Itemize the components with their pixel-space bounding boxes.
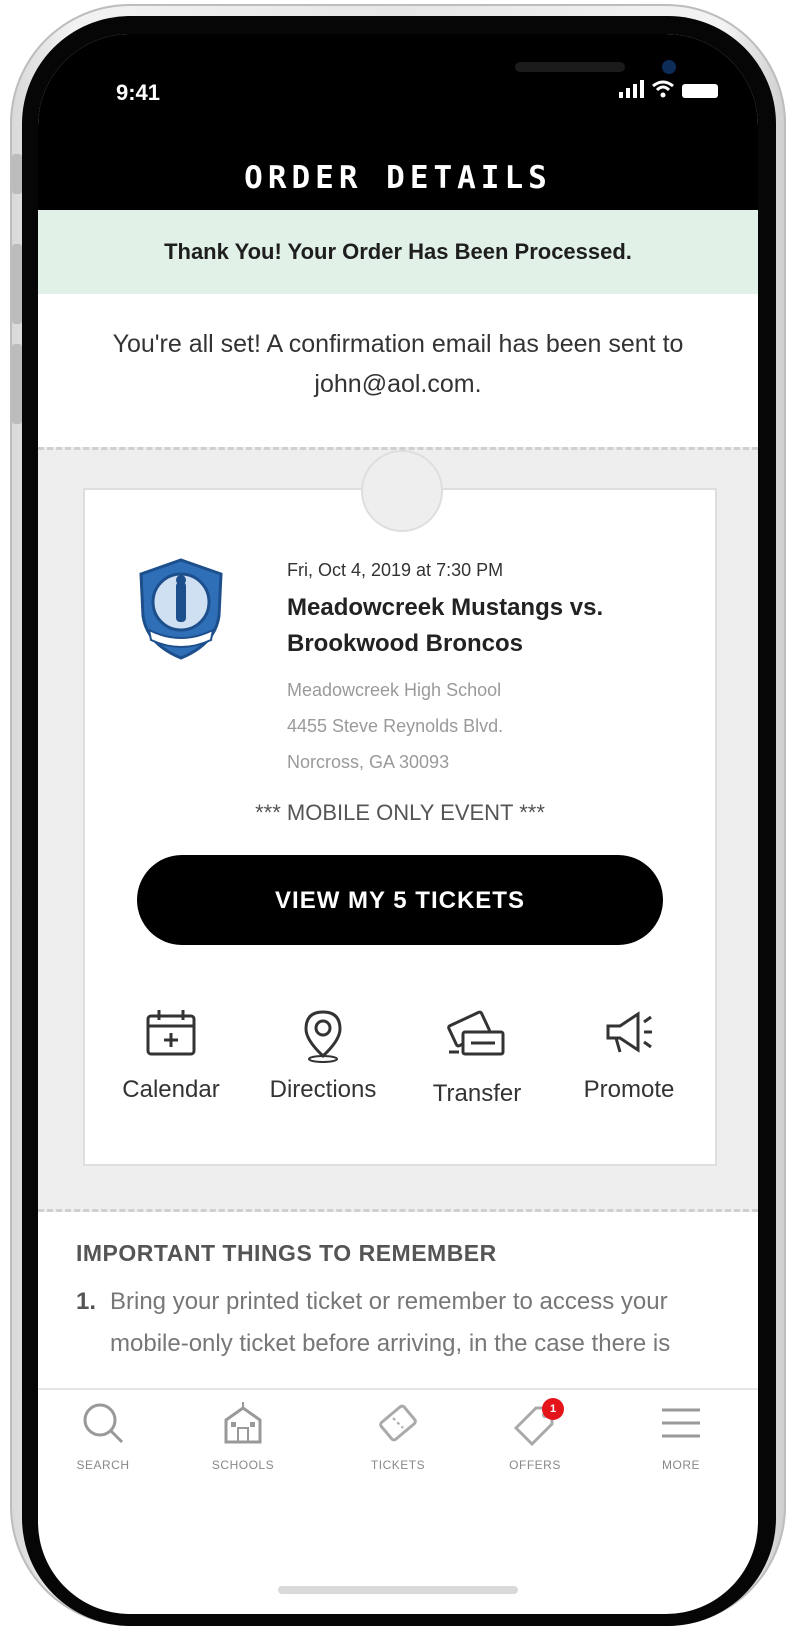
page-title: ORDER DETAILS xyxy=(244,160,552,196)
venue-street: 4455 Steve Reynolds Blvd. xyxy=(287,716,504,736)
status-time: 9:41 xyxy=(116,80,161,105)
venue-city: Norcross, GA 30093 xyxy=(287,752,450,772)
transfer-action[interactable]: Transfer xyxy=(407,1008,547,1108)
important-heading: IMPORTANT THINGS TO REMEMBER xyxy=(76,1240,497,1266)
list-item-number: 1. xyxy=(76,1288,97,1315)
venue-name: Meadowcreek High School xyxy=(287,680,502,700)
ticket-section: Fri, Oct 4, 2019 at 7:30 PM Meadowcreek … xyxy=(38,447,758,1212)
tab-schools-label: SCHOOLS xyxy=(211,1458,275,1472)
tab-schools[interactable]: SCHOOLS xyxy=(188,1400,298,1472)
offers-badge: 1 xyxy=(542,1398,564,1420)
phone-screen: 9:41 ORDER DETAILS Thank You! Your Order… xyxy=(38,34,758,1614)
list-item-text: Bring your printed ticket or remember to… xyxy=(110,1288,671,1357)
confirmation-message: You're all set! A confirmation email has… xyxy=(112,330,684,398)
system-icons xyxy=(619,80,718,98)
notch xyxy=(210,34,676,106)
status-bar: 9:41 xyxy=(38,34,758,154)
tab-more[interactable]: MORE xyxy=(626,1400,736,1472)
event-title: Meadowcreek Mustangs vs. Brookwood Bronc… xyxy=(287,594,604,657)
mute-switch xyxy=(12,154,22,194)
transfer-label: Transfer xyxy=(432,1080,522,1107)
event-date: Fri, Oct 4, 2019 at 7:30 PM xyxy=(287,560,504,580)
mobile-only-note: *** MOBILE ONLY EVENT *** xyxy=(255,800,545,825)
ticket-actions: Calendar Directions Transfer Promote xyxy=(85,1008,715,1128)
tab-more-label: MORE xyxy=(662,1458,700,1472)
tab-tickets[interactable]: TICKETS xyxy=(343,1400,453,1472)
tab-offers-label: OFFERS xyxy=(509,1458,561,1472)
cellular-signal-icon xyxy=(619,80,644,98)
promote-label: Promote xyxy=(583,1076,675,1103)
front-camera xyxy=(662,60,676,74)
success-banner: Thank You! Your Order Has Been Processed… xyxy=(38,210,758,294)
nav-bar: ORDER DETAILS xyxy=(38,154,758,210)
calendar-action[interactable]: Calendar xyxy=(101,1008,241,1104)
menu-icon xyxy=(662,1408,700,1438)
list-item: 1. Bring your printed ticket or remember… xyxy=(76,1281,716,1365)
view-tickets-button[interactable]: VIEW MY 5 TICKETS xyxy=(137,855,663,945)
home-indicator[interactable] xyxy=(278,1586,518,1594)
megaphone-icon xyxy=(606,1011,652,1053)
search-icon xyxy=(83,1403,124,1444)
tab-offers[interactable]: 1 OFFERS xyxy=(480,1398,590,1472)
calendar-icon xyxy=(146,1010,196,1056)
school-icon xyxy=(224,1402,262,1444)
tab-search-label: SEARCH xyxy=(76,1458,130,1472)
calendar-label: Calendar xyxy=(122,1076,220,1103)
volume-down-button xyxy=(12,344,22,424)
battery-icon xyxy=(682,84,718,98)
school-logo-icon xyxy=(139,558,223,660)
volume-up-button xyxy=(12,244,22,324)
tab-bar: SEARCH SCHOOLS TICKETS 1 OFFERS MORE xyxy=(38,1388,758,1484)
event-card: Fri, Oct 4, 2019 at 7:30 PM Meadowcreek … xyxy=(83,450,717,1166)
ticket-transfer-icon xyxy=(447,1010,505,1056)
ticket-icon xyxy=(379,1404,417,1442)
wifi-icon xyxy=(652,80,674,98)
directions-label: Directions xyxy=(269,1076,377,1103)
speaker xyxy=(515,62,625,72)
location-pin-icon xyxy=(304,1010,342,1063)
tab-tickets-label: TICKETS xyxy=(370,1458,426,1472)
promote-action[interactable]: Promote xyxy=(559,1008,699,1104)
directions-action[interactable]: Directions xyxy=(253,1008,393,1104)
tab-search[interactable]: SEARCH xyxy=(48,1400,158,1472)
important-section: IMPORTANT THINGS TO REMEMBER 1. Bring yo… xyxy=(76,1240,716,1365)
card-notch xyxy=(361,450,443,532)
venue-address: Meadowcreek High School 4455 Steve Reyno… xyxy=(287,672,503,780)
